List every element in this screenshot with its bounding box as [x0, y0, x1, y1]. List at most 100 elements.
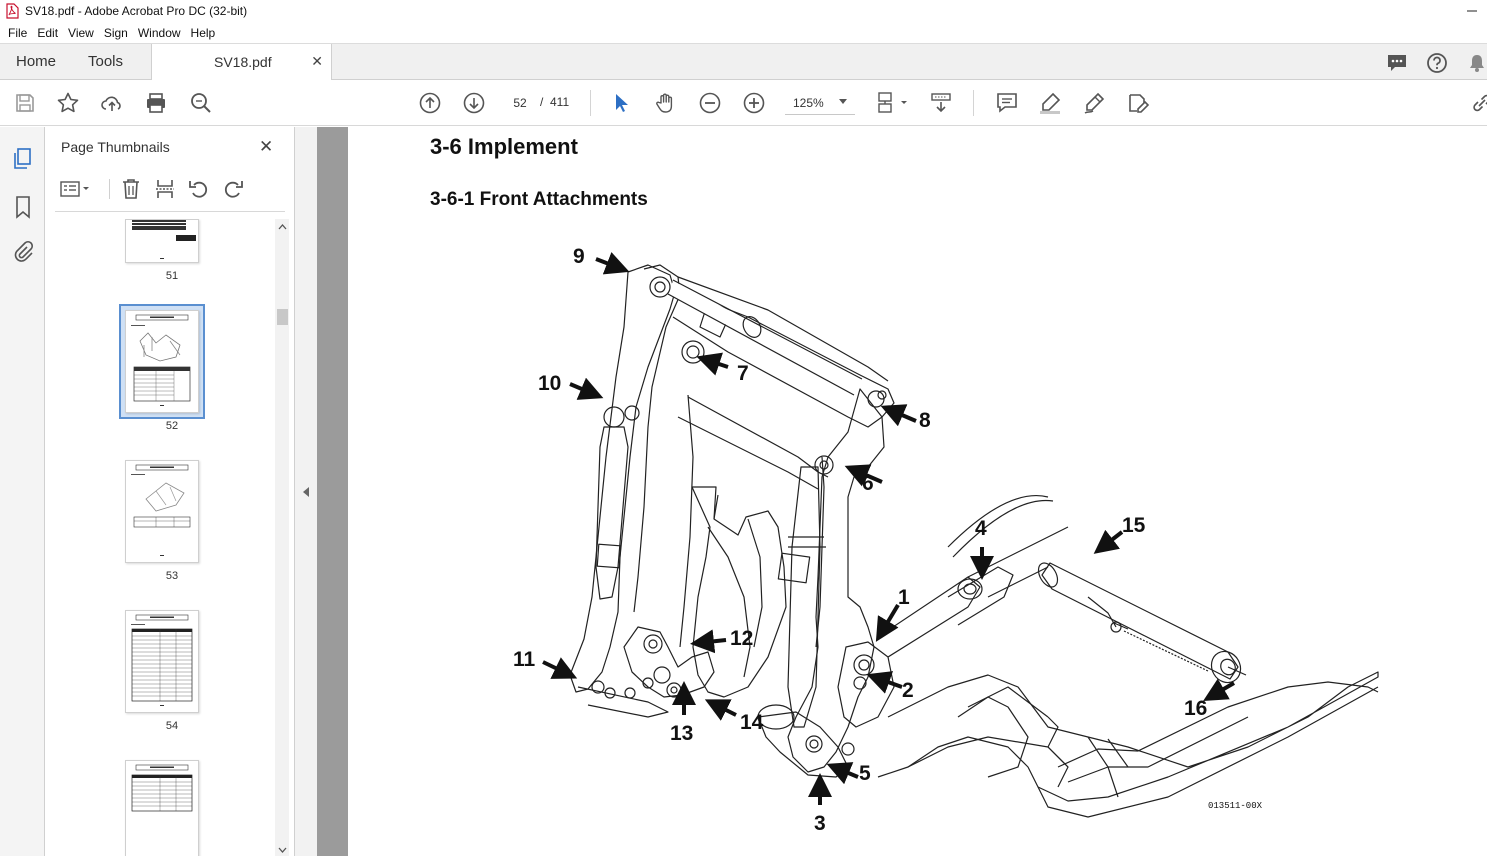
callout-label: 3 [814, 812, 826, 835]
acrobat-app-icon [6, 3, 19, 19]
callout-label: 12 [730, 627, 753, 650]
help-icon[interactable] [1426, 52, 1448, 74]
thumbnail-preview [131, 314, 191, 406]
zoom-value: 125% [793, 96, 824, 110]
callout-label: 4 [975, 517, 987, 540]
delete-trash-icon[interactable] [119, 177, 143, 201]
thumbnail-selection[interactable] [119, 304, 205, 419]
thumbnail-page[interactable] [125, 460, 199, 563]
previous-page-icon[interactable] [418, 91, 442, 115]
tab-document[interactable]: SV18.pdf ✕ [151, 44, 332, 80]
attachments-paperclip-icon[interactable] [11, 240, 35, 264]
zoom-dropdown[interactable]: 125% [785, 91, 855, 115]
callout-label: 11 [513, 648, 536, 671]
tab-tools[interactable]: Tools [88, 53, 123, 70]
print-icon[interactable] [144, 91, 168, 115]
collapse-left-icon[interactable] [303, 487, 309, 497]
tab-bar: Home Tools SV18.pdf ✕ [0, 43, 1487, 80]
tab-home[interactable]: Home [16, 53, 56, 70]
thumbnail-page[interactable] [125, 610, 199, 713]
main-toolbar: 52 / 411 125% [0, 80, 1487, 126]
navigation-rail [0, 127, 45, 856]
next-page-icon[interactable] [462, 91, 486, 115]
thumbnail-page-number: 51 [165, 270, 179, 282]
select-cursor-icon[interactable] [610, 91, 634, 115]
menu-bar: File Edit View Sign Window Help [0, 22, 1487, 43]
fill-sign-pen-icon[interactable] [1082, 91, 1106, 115]
save-icon[interactable] [13, 91, 37, 115]
callout-label: 8 [919, 409, 931, 432]
menu-sign[interactable]: Sign [99, 26, 133, 40]
thumbnail-page-number: 54 [165, 720, 179, 732]
rotate-clockwise-icon[interactable] [221, 177, 245, 201]
bookmarks-icon[interactable] [11, 195, 35, 219]
zoom-in-icon[interactable] [742, 91, 766, 115]
comment-icon[interactable] [995, 91, 1019, 115]
rotate-counterclockwise-icon[interactable] [187, 177, 211, 201]
page-separator: / [540, 95, 544, 109]
page-display-icon[interactable] [876, 91, 910, 115]
thumbnail-preview [131, 464, 191, 556]
close-tab-icon[interactable]: ✕ [311, 53, 323, 70]
page-thumbnails-panel: Page Thumbnails ✕ 51 52 53 54 [45, 127, 295, 856]
menu-help[interactable]: Help [186, 26, 221, 40]
minimize-icon[interactable] [1457, 0, 1487, 22]
menu-file[interactable]: File [3, 26, 32, 40]
upload-cloud-icon[interactable] [100, 91, 124, 115]
panel-collapse-handle[interactable] [295, 127, 317, 856]
share-link-icon[interactable] [1470, 91, 1487, 115]
menu-window[interactable]: Window [133, 26, 186, 40]
front-attachments-diagram: 1 2 3 4 5 6 7 8 9 10 11 12 13 14 15 16 0… [513, 245, 1379, 835]
bookmark-star-icon[interactable] [56, 91, 80, 115]
highlight-pen-icon[interactable] [1038, 91, 1062, 115]
callout-label: 10 [538, 372, 561, 395]
thumbnail-page[interactable] [125, 760, 199, 856]
thumbnail-page-number: 52 [165, 420, 179, 432]
total-pages: 411 [550, 95, 570, 109]
thumbnail-preview [132, 220, 196, 259]
pdf-page: 3-6 Implement 3-6-1 Front Attachments 1 … [348, 127, 1487, 856]
callout-label: 5 [859, 762, 871, 785]
callout-label: 14 [740, 711, 764, 734]
thumbnail-preview [131, 614, 193, 706]
toolbar-divider [973, 90, 974, 116]
callout-label: 13 [670, 722, 693, 745]
callout-label: 1 [898, 586, 910, 609]
callout-label: 15 [1122, 514, 1146, 537]
scrollbar-thumb[interactable] [277, 309, 288, 325]
comment-bubble-icon[interactable] [1386, 52, 1408, 74]
thumbnail-page-number: 53 [165, 570, 179, 582]
callout-label: 6 [862, 472, 874, 495]
callout-label: 2 [902, 679, 914, 702]
menu-view[interactable]: View [63, 26, 99, 40]
toolbar-divider [590, 90, 591, 116]
zoom-search-icon[interactable] [189, 91, 213, 115]
page-thumbnails-icon[interactable] [11, 147, 35, 171]
thumbnail-page[interactable] [125, 310, 199, 413]
panel-divider [55, 211, 285, 212]
panel-title: Page Thumbnails [61, 139, 170, 155]
edit-pdf-icon[interactable] [1126, 91, 1150, 115]
thumbnail-page[interactable] [125, 219, 199, 263]
thumbnail-preview [131, 764, 193, 812]
scroll-up-icon[interactable] [278, 223, 287, 230]
zoom-out-icon[interactable] [698, 91, 722, 115]
page-number-input[interactable]: 52 [503, 91, 537, 115]
close-panel-icon[interactable]: ✕ [259, 137, 273, 157]
thumbnail-toolbar [55, 177, 285, 203]
window-title: SV18.pdf - Adobe Acrobat Pro DC (32-bit) [25, 4, 248, 18]
tab-document-label: SV18.pdf [214, 54, 272, 70]
callout-label: 16 [1184, 697, 1207, 720]
figure-code: 013511-00X [1208, 801, 1263, 811]
hand-pan-icon[interactable] [654, 91, 678, 115]
toolbar-divider [109, 179, 110, 199]
menu-edit[interactable]: Edit [32, 26, 63, 40]
callout-label: 9 [573, 245, 585, 268]
scroll-mode-icon[interactable] [929, 91, 953, 115]
document-viewport[interactable]: 3-6 Implement 3-6-1 Front Attachments 1 … [317, 127, 1487, 856]
insert-page-icon[interactable] [153, 177, 177, 201]
scroll-down-icon[interactable] [278, 847, 287, 854]
thumbnail-scrollbar[interactable] [275, 219, 289, 856]
notification-bell-icon[interactable] [1466, 52, 1487, 74]
thumbnail-options-icon[interactable] [59, 177, 93, 201]
